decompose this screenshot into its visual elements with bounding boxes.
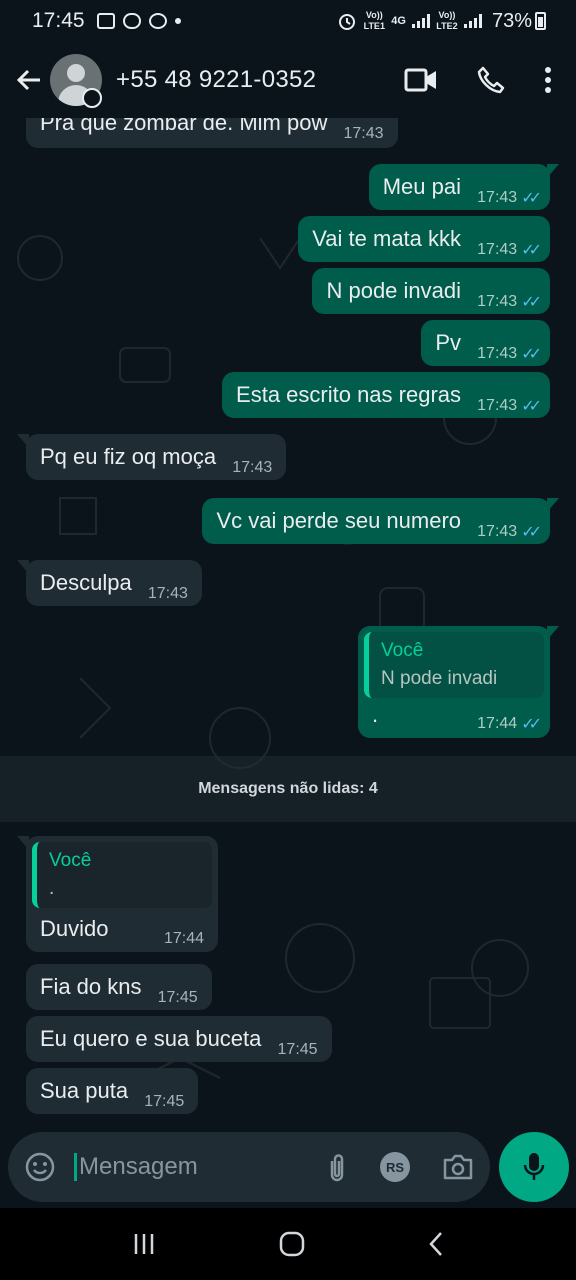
nav-back-icon[interactable] [428,1231,444,1257]
message-placeholder: Mensagem [74,1153,198,1181]
message-text: Pra que zombar de. Mim pow [40,118,328,135]
recent-apps-icon[interactable] [132,1233,156,1255]
message-time: 17:43 [343,125,384,142]
payment-icon[interactable]: RS [380,1152,410,1182]
message-bubble-out[interactable]: Esta escrito nas regras 17:43 ✓✓ [222,372,550,418]
emoji-icon[interactable] [24,1151,56,1183]
chat-area[interactable]: Pra que zombar de. Mim pow 17:43 Meu pai… [0,118,576,1130]
cloud-icon [122,13,141,29]
message-text: Fia do kns [40,974,142,999]
message-bubble-in[interactable]: Sua puta 17:45 [26,1068,199,1114]
message-text: Meu pai [382,174,462,199]
message-time: 17:43 [147,585,188,602]
reply-bubble-out[interactable]: Você N pode invadi . 17:44 ✓✓ [358,626,559,738]
message-text: Pq eu fiz oq moça [40,444,217,469]
disappearing-timer-icon [82,88,102,108]
message-bubble-out[interactable]: N pode invadi 17:43 ✓✓ [312,268,550,314]
unread-divider: Mensagens não lidas: 4 [0,756,576,822]
message-text: Eu quero e sua buceta [40,1026,262,1051]
unread-label: Mensagens não lidas: 4 [198,780,378,797]
alarm-icon [339,14,356,30]
system-nav-bar [0,1208,576,1280]
message-time: 17:43 [477,189,518,206]
reply-bubble-in[interactable]: Você . Duvido 17:44 [17,836,218,952]
video-call-icon[interactable] [404,67,438,93]
read-ticks-icon: ✓✓ [521,346,542,363]
sim1-label: Vo)) LTE1 [363,10,385,31]
read-ticks-icon: ✓✓ [521,716,542,733]
message-time: 17:43 [477,293,518,310]
more-notifications-dot [174,18,181,24]
message-time: 17:45 [277,1041,318,1058]
more-options-icon[interactable] [544,66,552,94]
message-time: 17:45 [157,989,198,1006]
camera-icon[interactable] [442,1153,474,1181]
read-ticks-icon: ✓✓ [521,190,542,207]
message-text: Esta escrito nas regras [236,382,462,407]
message-bubble-out[interactable]: Vai te mata kkk 17:43 ✓✓ [298,216,550,262]
notification-icons [96,13,181,29]
message-bubble-out[interactable]: Meu pai 17:43 ✓✓ [368,164,560,210]
status-time: 17:45 [32,9,85,32]
message-bubble-in[interactable]: Pq eu fiz oq moça 17:43 [16,434,287,480]
message-time: 17:45 [144,1093,185,1110]
message-text: Vai te mata kkk [312,226,462,251]
message-text: Vc vai perde seu numero [216,508,462,533]
message-text: N pode invadi [326,278,462,303]
message-time: 17:44 [163,930,204,947]
read-ticks-icon: ✓✓ [521,524,542,541]
read-ticks-icon: ✓✓ [521,294,542,311]
quoted-message[interactable]: Você N pode invadi [364,632,544,698]
message-bubble-in[interactable]: Desculpa 17:43 [17,560,202,606]
message-text: Desculpa [40,570,132,595]
battery-status: 73% [491,9,546,32]
network-type: 4G [391,14,406,27]
message-bubble-out[interactable]: Vc vai perde seu numero 17:43 ✓✓ [202,498,559,544]
sim2-label: Vo)) LTE2 [436,10,458,31]
quote-author: Você [49,850,92,871]
message-time: 17:43 [477,241,518,258]
message-text: Pv [435,330,462,355]
message-time: 17:44 [477,715,518,732]
message-bubble-in[interactable]: Fia do kns 17:45 [26,964,212,1010]
message-time: 17:43 [477,397,518,414]
quote-author: Você [381,640,424,661]
message-text: Sua puta [40,1078,129,1103]
battery-icon [535,12,546,30]
message-text: Duvido [40,916,109,941]
attach-icon[interactable] [326,1151,348,1183]
voice-call-icon[interactable] [476,65,506,95]
chat-header: +55 48 9221-0352 [0,42,576,118]
gallery-icon [96,13,115,29]
quoted-message[interactable]: Você . [32,842,212,908]
read-ticks-icon: ✓✓ [521,398,542,415]
quote-text: . [49,878,55,899]
battery-percent: 73% [491,9,532,32]
message-bubble-in[interactable]: Pra que zombar de. Mim pow 17:43 [26,118,398,148]
message-time: 17:43 [477,523,518,540]
home-icon[interactable] [279,1231,305,1257]
back-arrow-icon [16,69,40,91]
quote-text: N pode invadi [381,668,498,689]
chat-bubble-icon [148,13,167,29]
signal-icon [411,14,430,28]
signal2-icon [463,14,482,28]
microphone-icon [523,1153,545,1180]
message-input[interactable]: Mensagem RS [8,1132,490,1202]
message-time: 17:43 [477,345,518,362]
message-bubble-out[interactable]: Pv 17:43 ✓✓ [421,320,550,366]
status-bar: 17:45 Vo)) LTE1 4G Vo)) LTE2 73% [0,0,576,42]
message-composer: Mensagem RS [0,1130,576,1208]
read-ticks-icon: ✓✓ [521,242,542,259]
message-time: 17:43 [232,459,273,476]
message-text: . [372,702,379,727]
voice-message-button[interactable] [499,1132,569,1202]
message-bubble-in[interactable]: Eu quero e sua buceta 17:45 [26,1016,332,1062]
back-button[interactable] [12,63,46,97]
contact-name[interactable]: +55 48 9221-0352 [116,66,316,94]
system-status: Vo)) LTE1 4G Vo)) LTE2 73% [337,10,546,32]
